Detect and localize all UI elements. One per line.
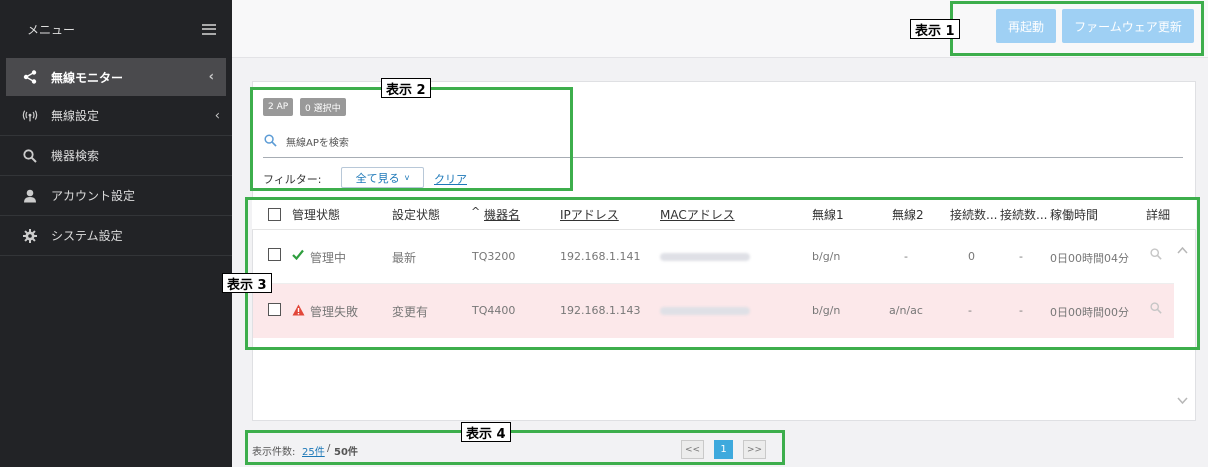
sidebar-item-account-settings[interactable]: アカウント設定 — [0, 176, 232, 216]
annotation-box-3 — [245, 197, 1200, 350]
wireless-signal-icon — [22, 108, 38, 124]
hamburger-icon[interactable] — [202, 23, 216, 35]
menu-title: メニュー — [27, 22, 76, 37]
sidebar-header: メニュー — [0, 0, 232, 58]
annotation-label-2: 表示 2 — [381, 78, 431, 98]
sidebar-item-wireless-settings[interactable]: 無線設定 ‹ — [0, 96, 232, 136]
annotation-box-2 — [250, 87, 573, 191]
sidebar-item-label: システム設定 — [51, 229, 123, 243]
sidebar-item-label: アカウント設定 — [51, 189, 136, 203]
sidebar-item-system-settings[interactable]: システム設定 — [0, 216, 232, 256]
chevron-left-icon: ‹ — [208, 69, 214, 85]
sidebar-item-label: 機器検索 — [51, 149, 100, 163]
annotation-box-4 — [245, 430, 785, 465]
annotation-label-4: 表示 4 — [461, 422, 511, 442]
sidebar: メニュー 無線モニター ‹ 無線設定 ‹ 機器検索 アカウント設定 システム設定 — [0, 0, 232, 467]
user-icon — [22, 188, 38, 204]
sidebar-item-label: 無線設定 — [51, 109, 100, 123]
share-icon — [22, 69, 38, 85]
sidebar-item-device-search[interactable]: 機器検索 — [0, 136, 232, 176]
annotation-label-3: 表示 3 — [222, 273, 272, 293]
sidebar-item-label: 無線モニター — [51, 70, 124, 85]
sidebar-item-wireless-monitor[interactable]: 無線モニター ‹ — [6, 58, 226, 96]
gear-icon — [22, 228, 38, 244]
annotation-box-1 — [950, 1, 1204, 56]
search-icon — [22, 148, 38, 164]
scroll-down-icon[interactable] — [1177, 394, 1188, 409]
annotation-label-1: 表示 1 — [910, 19, 960, 39]
chevron-left-icon: ‹ — [214, 108, 220, 123]
